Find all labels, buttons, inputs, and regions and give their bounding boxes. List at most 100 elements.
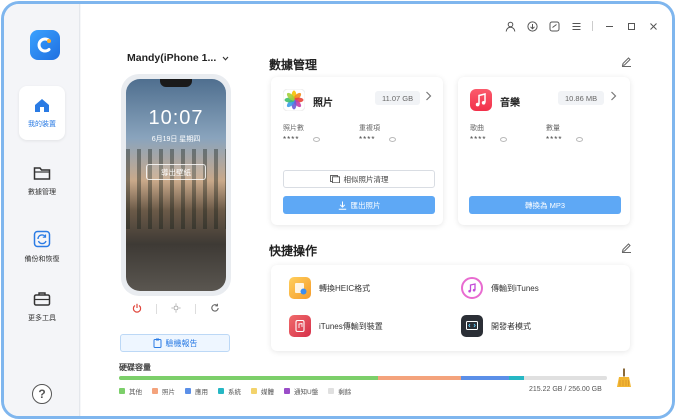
quick-action-label: 開發者模式	[491, 321, 531, 331]
quick-action-label: 傳輸到iTunes	[491, 283, 539, 293]
storage-title: 硬碟容量	[119, 363, 151, 372]
legend-item: 媒體	[251, 386, 274, 396]
menu-icon[interactable]	[570, 20, 582, 32]
sidebar-item-label: 我的裝置	[28, 121, 56, 128]
quick-action-label: 轉換HEIC格式	[319, 283, 371, 293]
cleanup-broom-icon[interactable]	[616, 368, 632, 388]
feedback-icon[interactable]	[548, 20, 560, 32]
minimize-icon[interactable]	[603, 20, 615, 32]
clipboard-icon	[153, 338, 161, 348]
edit-icon[interactable]	[621, 56, 632, 70]
lock-screen-time: 10:07	[148, 107, 204, 129]
quick-action-itunes-to-device[interactable]: iTunes傳輸到裝置	[289, 315, 383, 337]
legend-item: 其他	[119, 386, 142, 396]
chevron-right-icon[interactable]	[610, 91, 617, 104]
account-icon[interactable]	[504, 20, 516, 32]
device-selector[interactable]: Mandy(iPhone 1...	[127, 52, 229, 64]
quick-actions-card: 轉換HEIC格式 傳輸到iTunes iTunes傳輸到裝置 開發者模式	[271, 265, 630, 351]
close-icon[interactable]	[647, 20, 659, 32]
developer-mode-icon	[461, 315, 483, 337]
storage-legend: 其他 照片 應用 系統 媒體 通知U盤 剩餘	[119, 386, 351, 396]
sidebar: 我的裝置 數據管理 備份和恢復 更多工具 ?	[4, 4, 80, 416]
storage-segment	[524, 376, 607, 380]
storage-segment	[377, 376, 461, 380]
similar-photos-cleanup-button[interactable]: 相似照片清理	[283, 170, 435, 188]
similar-photos-cleanup-label: 相似照片清理	[343, 174, 389, 184]
sidebar-item-my-device[interactable]: 我的裝置	[19, 86, 65, 140]
sidebar-item-label: 數據管理	[28, 189, 56, 196]
control-divider	[195, 304, 196, 314]
home-icon	[35, 99, 49, 112]
quick-action-heic[interactable]: 轉換HEIC格式	[289, 277, 370, 299]
sidebar-item-label: 備份和恢復	[24, 256, 60, 263]
legend-label: 剩餘	[338, 389, 352, 396]
export-photos-label: 匯出照片	[350, 200, 381, 210]
device-report-button[interactable]: 驗機報告	[120, 334, 230, 352]
music-count-label: 數量	[546, 125, 560, 132]
photos-card: 照片 11.07 GB 照片數 **** 重複項 **** 相似照片清理 匯出照…	[271, 77, 443, 225]
storage-bar	[119, 376, 607, 380]
legend-item: 應用	[185, 386, 208, 396]
export-wallpaper-button[interactable]: 導出壁紙	[146, 164, 206, 180]
legend-swatch	[152, 388, 158, 394]
download-icon[interactable]	[526, 20, 538, 32]
music-size-badge: 10.86 MB	[558, 91, 605, 105]
export-icon	[338, 201, 346, 210]
folder-icon	[33, 167, 51, 180]
phone-controls	[125, 300, 227, 318]
music-card: 音樂 10.86 MB 歌曲 **** 數量 **** 轉換為 MP3	[458, 77, 630, 225]
legend-item: 系統	[218, 386, 241, 396]
power-icon[interactable]	[132, 300, 142, 318]
backup-icon	[33, 230, 51, 248]
sidebar-item-backup-restore[interactable]: 備份和恢復	[19, 220, 65, 274]
legend-swatch	[218, 388, 224, 394]
legend-swatch	[119, 388, 125, 394]
legend-swatch	[284, 388, 290, 394]
window-toolbar	[504, 20, 659, 32]
legend-swatch	[328, 388, 335, 394]
refresh-icon[interactable]	[210, 300, 220, 318]
convert-to-mp3-button[interactable]: 轉換為 MP3	[469, 196, 621, 214]
export-photos-button[interactable]: 匯出照片	[283, 196, 435, 214]
eye-icon[interactable]	[313, 137, 320, 142]
songs-value: ****	[470, 135, 487, 144]
music-app-icon	[470, 89, 492, 111]
device-report-label: 驗機報告	[165, 338, 198, 348]
storage-segment	[509, 376, 524, 380]
music-title: 音樂	[500, 98, 520, 109]
photos-title: 照片	[313, 98, 333, 109]
eye-icon[interactable]	[500, 137, 507, 142]
itunes-icon	[461, 277, 483, 299]
help-button[interactable]: ?	[32, 384, 52, 404]
legend-item: 通知U盤	[284, 386, 318, 396]
photos-duplicates-label: 重複項	[359, 125, 380, 132]
storage-total: 215.22 GB / 256.00 GB	[529, 386, 602, 393]
sidebar-item-more-tools[interactable]: 更多工具	[19, 280, 65, 334]
main-panel: Mandy(iPhone 1... 10:07 6月19日 星期四 導出壁紙 驗…	[81, 4, 672, 416]
sidebar-item-label: 更多工具	[28, 315, 56, 322]
control-divider	[156, 304, 157, 314]
lock-screen-date: 6月19日 星期四	[151, 136, 201, 143]
toolbar-divider	[592, 21, 593, 31]
section-title-quick-actions: 快捷操作	[269, 244, 318, 258]
eye-icon[interactable]	[389, 137, 396, 142]
chevron-right-icon[interactable]	[425, 91, 432, 104]
eye-icon[interactable]	[576, 137, 583, 142]
section-title-data-management: 數據管理	[269, 58, 318, 72]
brightness-icon[interactable]	[171, 300, 181, 318]
legend-label: 通知U盤	[294, 389, 319, 396]
edit-icon[interactable]	[621, 242, 632, 256]
quick-action-to-itunes[interactable]: 傳輸到iTunes	[461, 277, 539, 299]
chevron-down-icon	[222, 56, 229, 61]
heic-convert-icon	[289, 277, 311, 299]
photos-cleanup-icon	[329, 175, 340, 183]
quick-action-developer-mode[interactable]: 開發者模式	[461, 315, 531, 337]
legend-label: 其他	[129, 389, 142, 396]
sidebar-item-data-management[interactable]: 數據管理	[19, 154, 65, 208]
lock-screen-wallpaper: 10:07 6月19日 星期四 導出壁紙	[126, 79, 226, 291]
maximize-icon[interactable]	[625, 20, 637, 32]
photos-app-icon	[282, 88, 306, 112]
phone-preview: 10:07 6月19日 星期四 導出壁紙	[121, 74, 231, 296]
legend-swatch	[251, 388, 257, 394]
photos-count-value: ****	[283, 135, 300, 144]
